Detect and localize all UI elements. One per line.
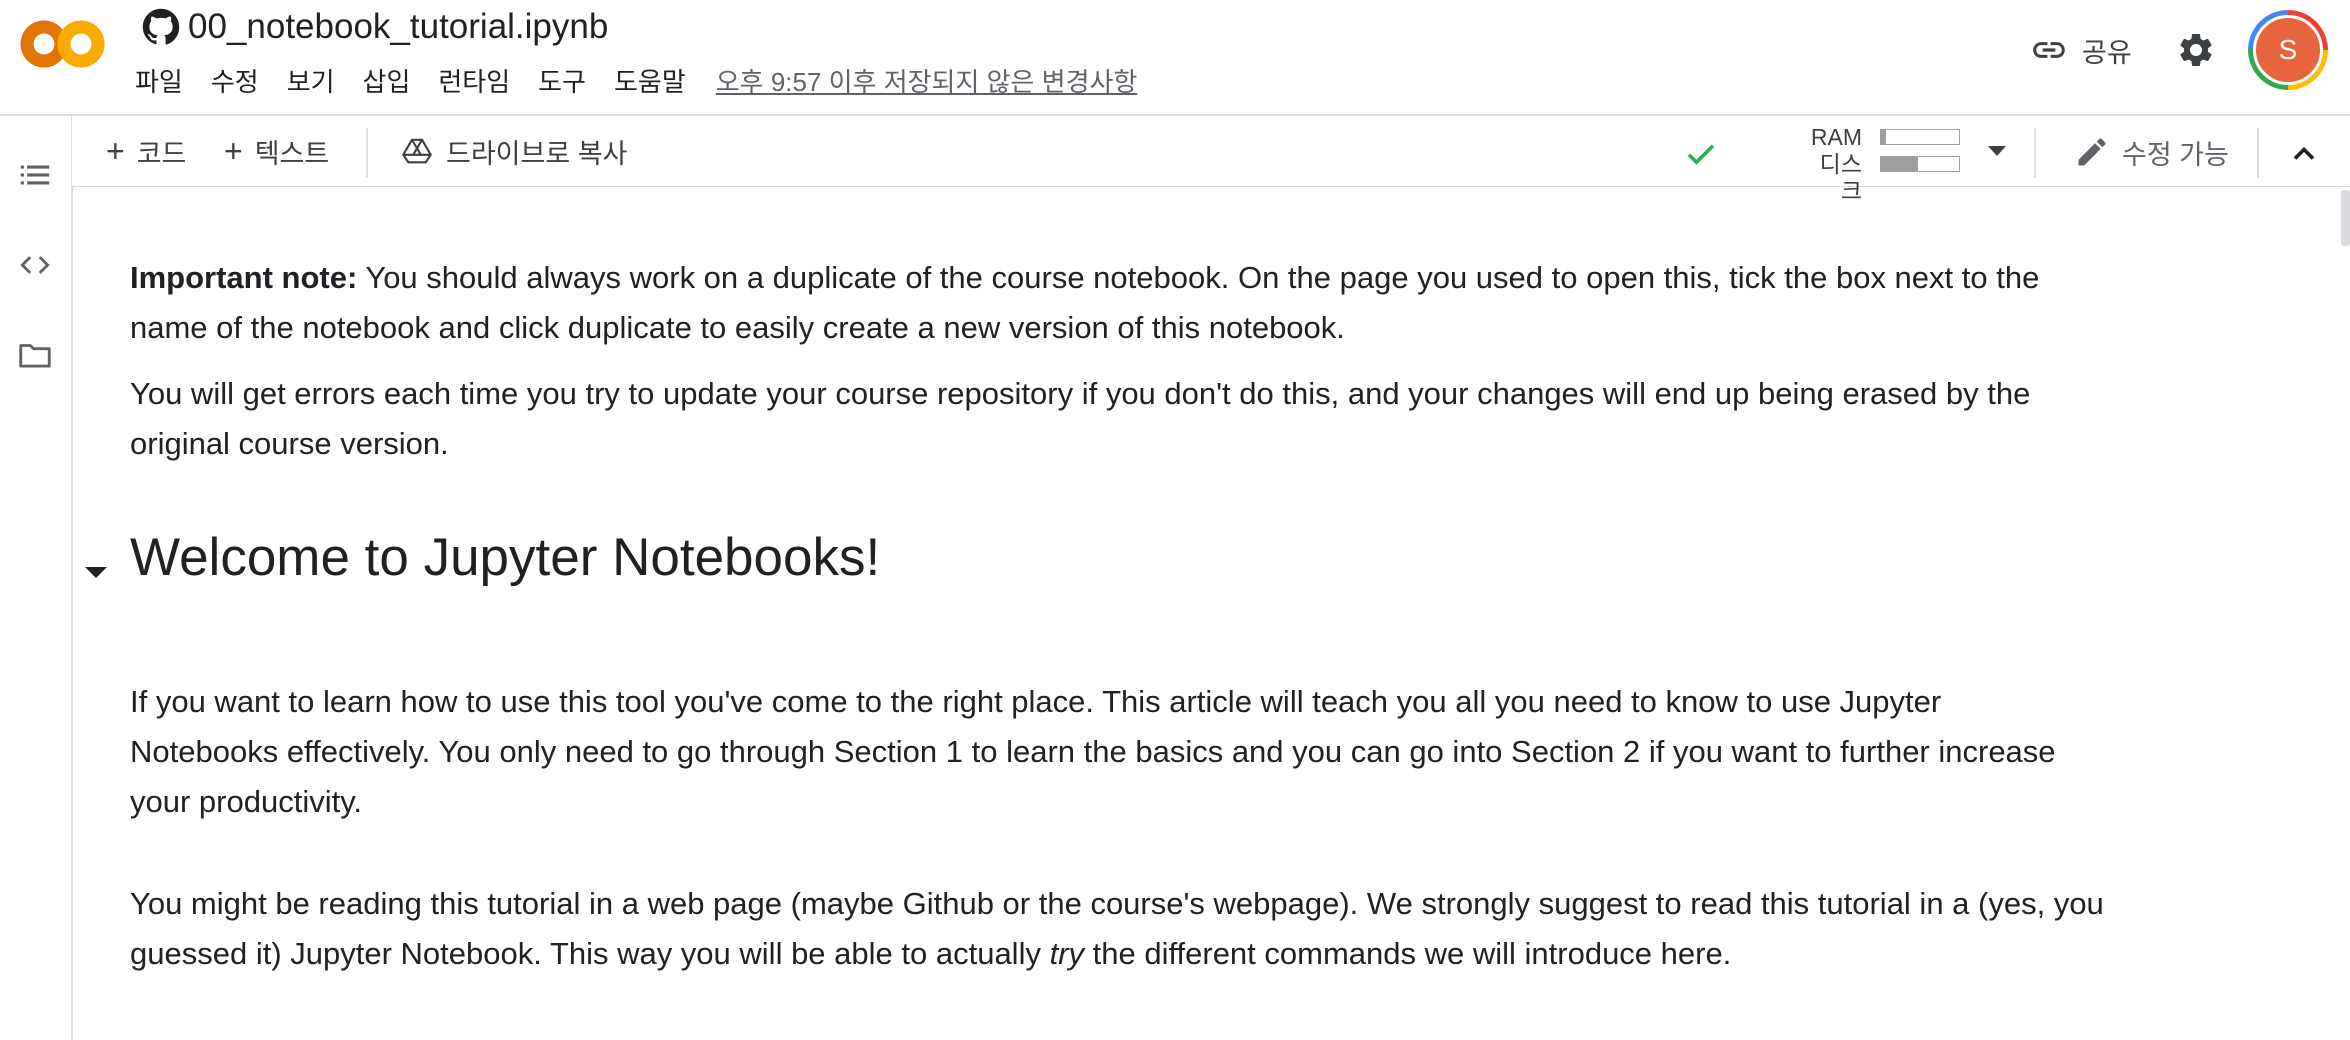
share-button[interactable]: 공유 (2030, 28, 2132, 72)
colab-logo[interactable] (20, 14, 106, 74)
important-note-label: Important note: (130, 260, 358, 295)
menu-runtime[interactable]: 런타임 (438, 62, 510, 99)
content-scrollbar[interactable] (2341, 190, 2350, 246)
github-icon[interactable] (142, 8, 180, 46)
app-header: 00_notebook_tutorial.ipynb 파일 수정 보기 삽입 런… (0, 0, 2350, 116)
reading-line-2: guessed it) Jupyter Notebook. This way y… (130, 929, 2230, 979)
plus-icon: + (224, 133, 243, 169)
add-code-button[interactable]: + 코드 (106, 130, 186, 172)
notebook-title[interactable]: 00_notebook_tutorial.ipynb (188, 2, 608, 52)
toolbar-divider (366, 128, 368, 178)
add-code-label: 코드 (136, 138, 187, 169)
edit-mode-label: 수정 가능 (2122, 139, 2229, 170)
warning-line-1: You will get errors each time you try to… (130, 376, 2031, 411)
share-label: 공유 (2082, 37, 2132, 68)
code-icon[interactable] (16, 246, 54, 284)
toolbar-divider (2034, 128, 2036, 178)
menu-bar: 파일 수정 보기 삽입 런타임 도구 도움말 오후 9:57 이후 저장되지 않… (135, 60, 1137, 100)
link-icon (2033, 42, 2065, 58)
toc-icon[interactable] (16, 156, 54, 194)
important-note-line-2: name of the notebook and click duplicate… (130, 310, 1345, 345)
disk-meter (1880, 156, 1960, 172)
plus-icon: + (106, 133, 125, 169)
menu-file[interactable]: 파일 (135, 62, 183, 99)
intro-line-3: your productivity. (130, 784, 363, 819)
add-text-label: 텍스트 (254, 138, 330, 169)
save-status-link[interactable]: 오후 9:57 이후 저장되지 않은 변경사항 (716, 62, 1138, 99)
intro-line-2: Notebooks effectively. You only need to … (130, 734, 2056, 769)
important-note-text: You should always work on a duplicate of… (357, 260, 2040, 295)
toolbar-divider (2257, 128, 2259, 178)
notebook-content: Important note: You should always work o… (73, 187, 2343, 1040)
drive-icon (402, 138, 432, 164)
section-heading: Welcome to Jupyter Notebooks! (130, 528, 881, 587)
warning-line-2: original course version. (130, 426, 449, 461)
check-icon[interactable] (1683, 136, 1719, 172)
dropdown-icon[interactable] (1988, 146, 2006, 156)
important-note-line-1: Important note: You should always work o… (130, 253, 2230, 303)
intro-line-1: If you want to learn how to use this too… (130, 684, 1942, 719)
reading-line-2-post: the different commands we will introduce… (1084, 936, 1732, 971)
pencil-icon (2078, 138, 2106, 166)
add-text-button[interactable]: + 텍스트 (224, 130, 329, 172)
folder-icon[interactable] (16, 336, 54, 374)
gear-icon[interactable] (2176, 30, 2216, 70)
reading-line-1: You might be reading this tutorial in a … (130, 886, 2104, 921)
menu-tools[interactable]: 도구 (538, 62, 586, 99)
notebook-toolbar: + 코드 + 텍스트 드라이브로 복사 (72, 116, 2350, 187)
avatar[interactable]: S (2253, 15, 2323, 85)
reading-line-2-emphasis: try (1049, 936, 1085, 971)
menu-insert[interactable]: 삽입 (363, 62, 411, 99)
menu-help[interactable]: 도움말 (614, 62, 686, 99)
section-collapse-toggle[interactable] (85, 567, 107, 578)
copy-to-drive-button[interactable]: 드라이브로 복사 (402, 130, 627, 172)
copy-to-drive-label: 드라이브로 복사 (446, 138, 628, 169)
reading-line-2-pre: guessed it) Jupyter Notebook. This way y… (130, 936, 1050, 971)
edit-mode-button[interactable]: 수정 가능 (2074, 130, 2229, 174)
menu-edit[interactable]: 수정 (211, 62, 259, 99)
chevron-up-icon[interactable] (2286, 136, 2322, 172)
left-sidebar (0, 116, 73, 1040)
ram-label: RAM (1810, 124, 1862, 150)
menu-view[interactable]: 보기 (287, 62, 335, 99)
ram-meter (1880, 129, 1960, 145)
